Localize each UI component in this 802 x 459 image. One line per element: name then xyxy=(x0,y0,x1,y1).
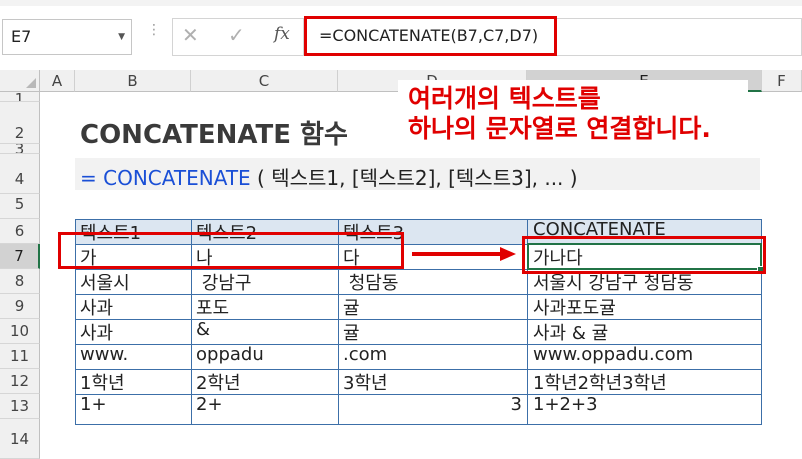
table-cell-c8[interactable]: 강남구 xyxy=(196,269,252,295)
table-cell-b13[interactable]: 1+ xyxy=(80,394,107,415)
row-header-7[interactable]: 7 xyxy=(0,244,40,269)
table-cell-b10[interactable]: 사과 xyxy=(80,319,113,345)
table-border-row-8 xyxy=(75,294,762,295)
row-header-9[interactable]: 9 xyxy=(0,294,40,319)
table-cell-d10[interactable]: 귤 xyxy=(343,319,360,345)
row-header-12[interactable]: 12 xyxy=(0,369,40,394)
row-header-14[interactable]: 14 xyxy=(0,419,40,459)
table-cell-e11[interactable]: www.oppadu.com xyxy=(533,344,693,365)
row-header-6[interactable]: 6 xyxy=(0,219,40,244)
row-header-4[interactable]: 4 xyxy=(0,154,40,194)
select-all-triangle-icon xyxy=(26,78,36,88)
ribbon-edge xyxy=(0,0,802,6)
name-box[interactable]: E7 ▼ xyxy=(2,19,132,55)
select-all-corner[interactable] xyxy=(0,70,40,92)
arrow-right-icon xyxy=(412,247,516,261)
table-cell-d11[interactable]: .com xyxy=(343,344,387,365)
table-border-row-12 xyxy=(75,394,762,395)
name-box-value: E7 xyxy=(11,27,32,46)
table-cell-e9[interactable]: 사과포도귤 xyxy=(533,294,616,320)
table-cell-c11[interactable]: oppadu xyxy=(196,344,264,365)
table-cell-d13[interactable]: 3 xyxy=(338,394,522,415)
table-cell-b12[interactable]: 1학년 xyxy=(80,369,125,395)
row-header-2[interactable]: 2 xyxy=(0,102,40,144)
syntax-line: = CONCATENATE ( 텍스트1, [텍스트2], [텍스트3], ..… xyxy=(80,162,578,191)
row-header-13[interactable]: 13 xyxy=(0,394,40,419)
table-cell-d12[interactable]: 3학년 xyxy=(343,369,388,395)
row-header-5[interactable]: 5 xyxy=(0,194,40,219)
annotation-line-1: 여러개의 텍스트를 xyxy=(408,84,601,113)
sheet-title: CONCATENATE 함수 xyxy=(80,120,348,150)
table-cell-b8[interactable]: 서울시 xyxy=(80,269,130,295)
formula-input-extension[interactable] xyxy=(557,18,802,56)
formula-bar-area: E7 ▼ ⋮ ✕ ✓ fx =CONCATENATE(B7,C7,D7) xyxy=(0,0,802,70)
insert-function-icon[interactable]: fx xyxy=(274,24,290,44)
column-header-a[interactable]: A xyxy=(40,70,75,92)
column-header-c[interactable]: C xyxy=(191,70,338,92)
name-box-dropdown-icon[interactable]: ▼ xyxy=(118,20,125,54)
row-header-3[interactable]: 3 xyxy=(0,144,40,154)
table-cell-d9[interactable]: 귤 xyxy=(343,294,360,320)
column-header-f[interactable]: F xyxy=(762,70,802,92)
table-border-row-9 xyxy=(75,319,762,320)
row-header-1[interactable]: 1 xyxy=(0,92,40,102)
source-cells-highlight xyxy=(58,232,404,269)
syntax-prefix: = xyxy=(80,166,104,190)
table-cell-c12[interactable]: 2학년 xyxy=(196,369,241,395)
table-cell-e13[interactable]: 1+2+3 xyxy=(533,394,598,415)
cancel-icon[interactable]: ✕ xyxy=(182,23,199,47)
table-cell-e12[interactable]: 1학년2학년3학년 xyxy=(533,369,667,395)
table-cell-c13[interactable]: 2+ xyxy=(196,394,223,415)
table-border-top xyxy=(75,219,762,220)
result-cell-highlight xyxy=(522,236,766,274)
table-cell-c10[interactable]: & xyxy=(196,319,210,340)
column-header-b[interactable]: B xyxy=(75,70,191,92)
table-cell-c9[interactable]: 포도 xyxy=(196,294,229,320)
enter-icon[interactable]: ✓ xyxy=(228,23,245,47)
row-header-8[interactable]: 8 xyxy=(0,269,40,294)
formula-input[interactable]: =CONCATENATE(B7,C7,D7) xyxy=(304,16,557,56)
syntax-function-name: CONCATENATE xyxy=(103,166,251,190)
row-header-11[interactable]: 11 xyxy=(0,344,40,369)
formula-bar-splitter[interactable]: ⋮ xyxy=(147,22,161,38)
table-border-row-10 xyxy=(75,344,762,345)
annotation-line-2: 하나의 문자열로 연결합니다. xyxy=(408,114,711,143)
row-header-10[interactable]: 10 xyxy=(0,319,40,344)
table-cell-e10[interactable]: 사과 & 귤 xyxy=(533,319,608,345)
table-border-bottom xyxy=(75,424,762,425)
table-cell-d8[interactable]: 청담동 xyxy=(343,269,399,295)
table-cell-b9[interactable]: 사과 xyxy=(80,294,113,320)
syntax-arguments: ( 텍스트1, [텍스트2], [텍스트3], ... ) xyxy=(250,166,578,190)
table-border-row-11 xyxy=(75,369,762,370)
table-cell-b11[interactable]: www. xyxy=(80,344,128,365)
